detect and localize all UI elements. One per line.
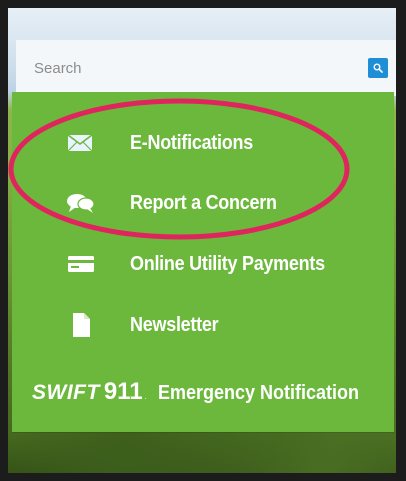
menu-item-label: Emergency Notification	[158, 382, 360, 404]
search-bar	[16, 40, 396, 96]
menu-item-e-notifications[interactable]: E-Notifications	[12, 118, 394, 168]
search-icon	[373, 63, 383, 73]
search-input[interactable]	[16, 40, 356, 96]
menu-item-label: Online Utility Payments	[130, 252, 325, 275]
swift-911-logo: SWIFT 911 .	[32, 378, 147, 412]
document-icon	[66, 312, 96, 338]
menu-item-newsletter[interactable]: Newsletter	[12, 300, 394, 350]
quick-links-panel: E-Notifications Report a Concern Online …	[12, 92, 394, 432]
trademark-mark: .	[144, 392, 147, 401]
menu-item-online-utility-payments[interactable]: Online Utility Payments	[12, 239, 394, 289]
speech-bubbles-icon	[66, 190, 96, 216]
payment-card-icon	[66, 251, 96, 277]
swift-logo-word: SWIFT	[32, 381, 100, 404]
envelope-icon	[66, 130, 96, 156]
menu-item-label: E-Notifications	[130, 131, 253, 154]
menu-item-label: Report a Concern	[130, 191, 277, 214]
menu-item-label: Newsletter	[130, 313, 219, 336]
search-button[interactable]	[368, 58, 388, 78]
swift-logo-number: 911	[103, 378, 143, 405]
menu-item-report-a-concern[interactable]: Report a Concern	[12, 178, 394, 228]
